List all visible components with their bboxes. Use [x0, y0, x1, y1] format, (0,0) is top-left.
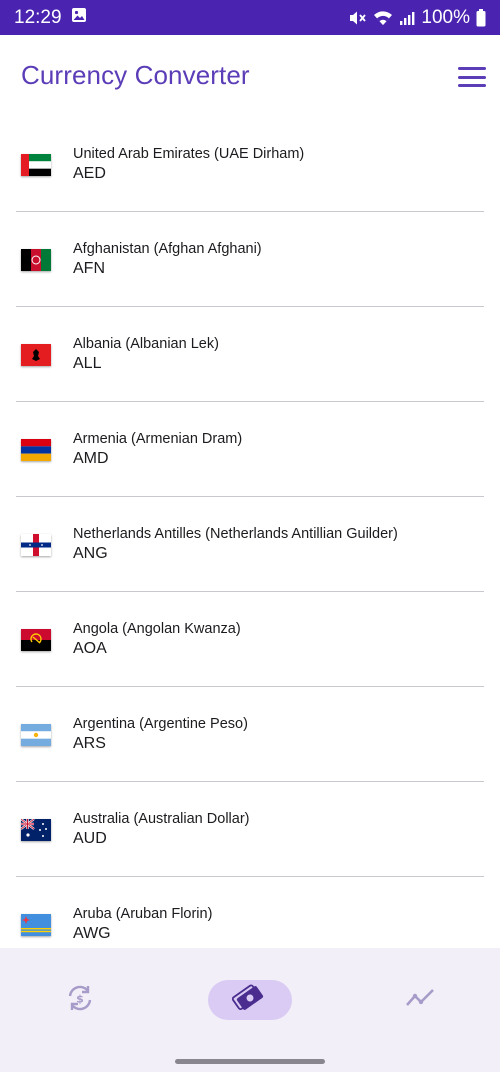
money-icon [231, 982, 268, 1019]
app-bar: Currency Converter [0, 35, 500, 117]
status-bar-right: 100% [349, 7, 486, 29]
battery-text: 100% [421, 6, 470, 28]
battery-icon [476, 8, 486, 27]
nav-trends[interactable] [378, 980, 462, 1020]
currency-name: Angola (Angolan Kwanza) [73, 621, 241, 637]
svg-text:$: $ [76, 992, 84, 1005]
currency-code: ARS [73, 735, 106, 752]
currency-name: Netherlands Antilles (Netherlands Antill… [73, 526, 398, 542]
nav-currencies[interactable] [208, 980, 292, 1020]
image-icon [71, 7, 87, 29]
wifi-icon [373, 10, 393, 26]
currency-name: Argentina (Argentine Peso) [73, 716, 248, 732]
australia-flag-icon [21, 819, 51, 841]
currency-code: AED [73, 165, 106, 182]
currency-code: AUD [73, 830, 107, 847]
list-item[interactable]: Netherlands Antilles (Netherlands Antill… [0, 497, 500, 592]
uae-flag-icon [21, 154, 51, 176]
currency-list[interactable]: United Arab Emirates (UAE Dirham) AED Af… [0, 117, 500, 948]
page-title: Currency Converter [21, 60, 250, 90]
gesture-handle[interactable] [175, 1059, 325, 1064]
currency-name: Albania (Albanian Lek) [73, 336, 219, 352]
trending-chart-icon [404, 982, 436, 1019]
hamburger-menu-icon[interactable] [455, 63, 489, 91]
albania-flag-icon [21, 344, 51, 366]
currency-code: ALL [73, 355, 102, 372]
currency-code: AWG [73, 925, 111, 942]
currency-name: Afghanistan (Afghan Afghani) [73, 241, 262, 257]
argentina-flag-icon [21, 724, 51, 746]
list-item[interactable]: Argentina (Argentine Peso) ARS [0, 687, 500, 782]
currency-name: United Arab Emirates (UAE Dirham) [73, 146, 305, 162]
list-item[interactable]: Afghanistan (Afghan Afghani) AFN [0, 212, 500, 307]
aruba-flag-icon [21, 914, 51, 936]
currency-name: Australia (Australian Dollar) [73, 811, 250, 827]
status-time: 12:29 [14, 6, 62, 28]
menu-line [458, 84, 486, 87]
list-item[interactable]: Australia (Australian Dollar) AUD [0, 782, 500, 877]
netherlands-antilles-flag-icon [21, 534, 51, 556]
list-item[interactable]: Aruba (Aruban Florin) AWG [0, 877, 500, 948]
nav-convert[interactable]: $ [38, 980, 122, 1020]
signal-icon [399, 10, 415, 26]
currency-code: AMD [73, 450, 109, 467]
bottom-navigation: $ [0, 948, 500, 1072]
mute-icon [349, 10, 367, 26]
list-item[interactable]: United Arab Emirates (UAE Dirham) AED [0, 117, 500, 212]
menu-line [458, 75, 486, 79]
currency-name: Aruba (Aruban Florin) [73, 906, 213, 922]
status-bar: 12:29 100% [0, 0, 500, 35]
armenia-flag-icon [21, 439, 51, 461]
list-item[interactable]: Angola (Angolan Kwanza) AOA [0, 592, 500, 687]
angola-flag-icon [21, 629, 51, 651]
menu-line [458, 67, 486, 70]
list-item[interactable]: Armenia (Armenian Dram) AMD [0, 402, 500, 497]
currency-code: AOA [73, 640, 107, 657]
currency-code: AFN [73, 260, 105, 277]
currency-name: Armenia (Armenian Dram) [73, 431, 243, 447]
currency-code: ANG [73, 545, 108, 562]
list-item[interactable]: Albania (Albanian Lek) ALL [0, 307, 500, 402]
currency-exchange-icon: $ [64, 982, 96, 1019]
afghanistan-flag-icon [21, 249, 51, 271]
status-bar-left: 12:29 [14, 7, 87, 29]
